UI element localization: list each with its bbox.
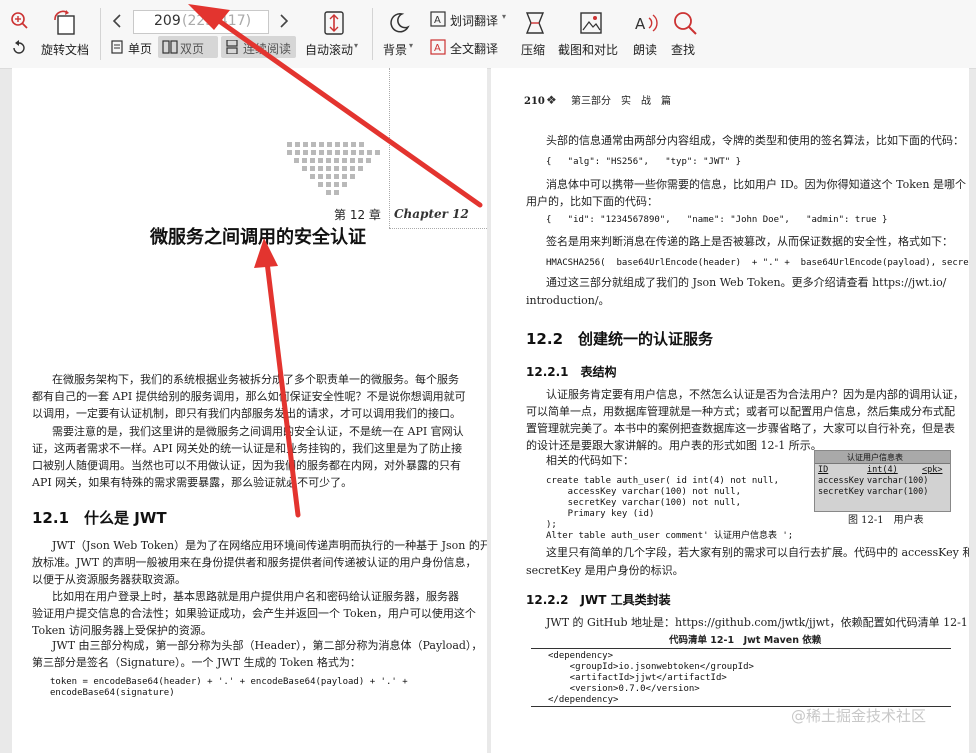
annotation-arrow [209,13,483,208]
annotation-arrows [188,4,483,518]
annotation-arrow [264,259,301,518]
annotation-arrowhead [254,238,278,268]
